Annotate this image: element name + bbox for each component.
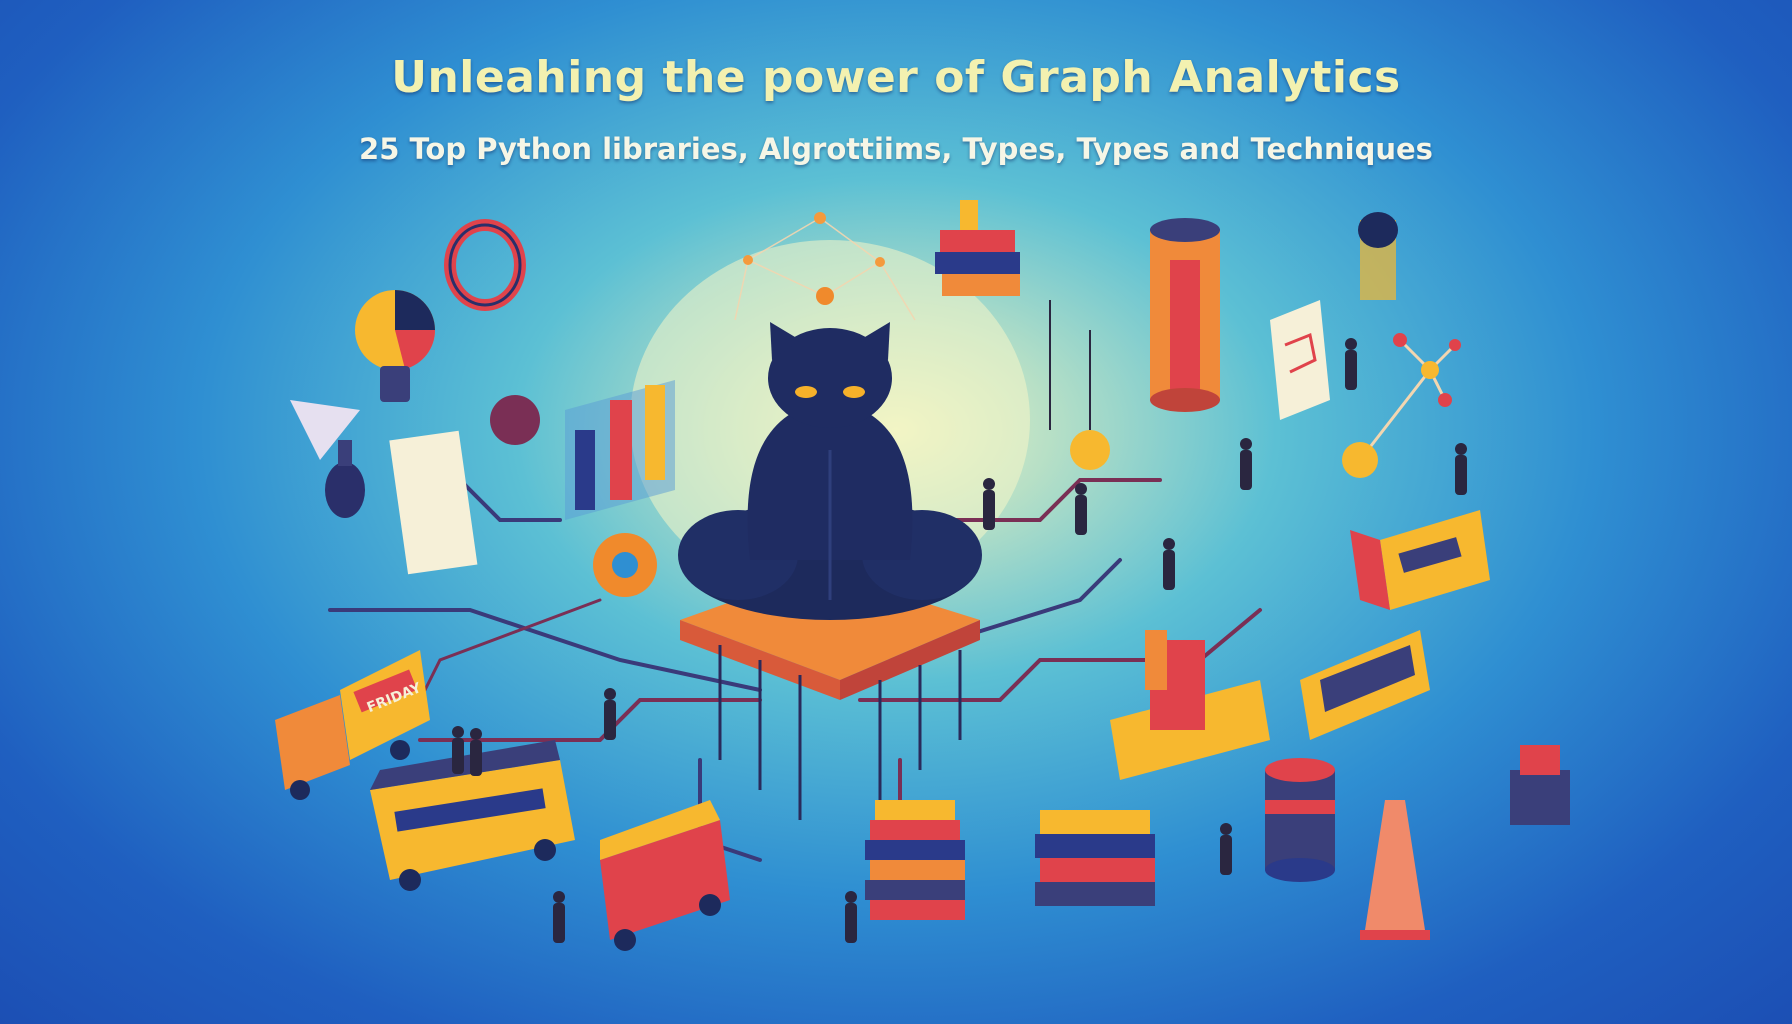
molecule-node	[1438, 393, 1452, 407]
machine	[1350, 510, 1490, 610]
graph-node	[875, 257, 885, 267]
graph-node	[814, 212, 826, 224]
ring	[444, 219, 526, 311]
barrel	[1265, 758, 1335, 882]
molecule-node	[1342, 442, 1378, 478]
van	[600, 800, 730, 951]
cat-eye	[795, 386, 817, 398]
books-stack	[935, 200, 1020, 296]
gear	[593, 533, 657, 597]
molecule-node	[1393, 333, 1407, 347]
molecule-node	[1421, 361, 1439, 379]
graph-node	[743, 255, 753, 265]
hanging-lamp	[1049, 300, 1110, 470]
building	[1110, 630, 1270, 780]
illustration: FRIDAY	[275, 200, 1570, 951]
traffic-cone	[1360, 800, 1430, 940]
lightbulb	[355, 290, 436, 402]
notebook	[1270, 300, 1330, 420]
graph-node	[816, 287, 834, 305]
book-stack-bottom	[865, 800, 965, 920]
book-stack-right	[1035, 810, 1155, 906]
molecule-node	[1449, 339, 1461, 351]
cylinder	[1150, 218, 1220, 412]
keyboard-device	[1300, 630, 1430, 740]
cat-eye	[843, 386, 865, 398]
